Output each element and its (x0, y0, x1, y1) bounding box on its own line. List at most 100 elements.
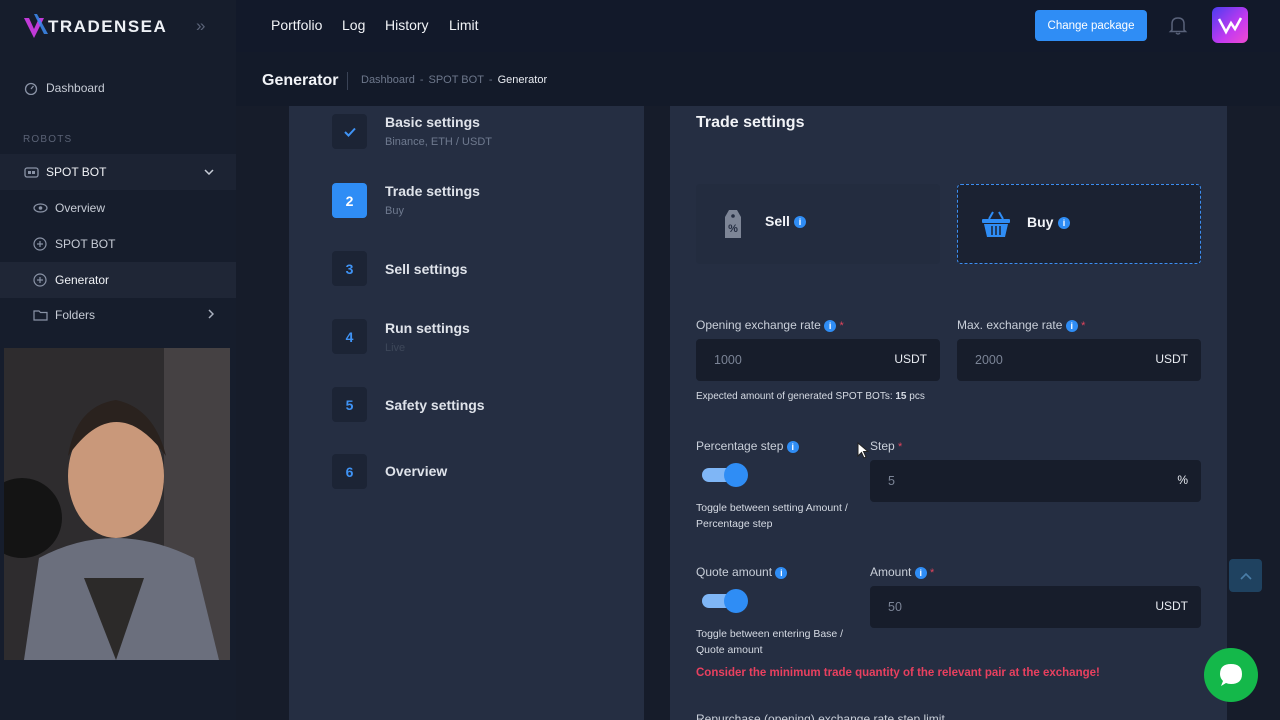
min-quantity-warning: Consider the minimum trade quantity of t… (696, 667, 1100, 679)
breadcrumb-dashboard[interactable]: Dashboard (361, 74, 415, 86)
step-title: Trade settings (385, 183, 480, 199)
opening-rate-value: 1000 (714, 353, 742, 367)
expected-unit: pcs (909, 391, 925, 402)
step-number: 2 (332, 183, 367, 218)
opening-rate-input[interactable]: 1000 USDT (696, 339, 940, 381)
step-title: Run settings (385, 320, 470, 336)
nav-log[interactable]: Log (342, 17, 365, 33)
brand-logo[interactable]: TRADENSEA (22, 10, 167, 44)
step-number: 3 (332, 251, 367, 286)
nav-limit[interactable]: Limit (449, 17, 479, 33)
header-divider (347, 72, 348, 90)
info-icon[interactable]: i (914, 566, 927, 579)
basket-icon (980, 209, 1012, 244)
step-title: Safety settings (385, 397, 485, 413)
eye-icon (32, 200, 48, 216)
trade-settings-title: Trade settings (696, 114, 805, 131)
quote-amount-label: Quote amount i (696, 565, 788, 579)
step-label-text: Step (870, 439, 895, 453)
breadcrumb-spot-bot[interactable]: SPOT BOT (429, 74, 484, 86)
sidebar: TRADENSEA » Dashboard ROBOTS SPOT BOT Ov… (0, 0, 236, 720)
required-marker: * (930, 567, 935, 579)
unit-label: % (1177, 473, 1188, 487)
sidebar-item-generator[interactable]: Generator (0, 262, 236, 298)
bot-icon (23, 164, 39, 180)
info-icon[interactable]: i (824, 319, 837, 332)
opening-rate-label: Opening exchange rate i * (696, 318, 844, 332)
info-icon[interactable]: i (775, 566, 788, 579)
webcam-overlay (4, 348, 230, 660)
quote-amount-toggle[interactable] (698, 587, 748, 613)
step-title: Overview (385, 463, 448, 479)
step-label: Step * (870, 439, 902, 453)
sidebar-item-label: Overview (55, 201, 106, 215)
quote-amount-hint: Toggle between entering Base / Quote amo… (696, 628, 844, 656)
mouse-cursor-icon (857, 442, 869, 459)
collapse-sidebar-icon[interactable]: » (196, 16, 205, 36)
sidebar-item-folders[interactable]: Folders (0, 297, 236, 333)
step-subtitle: Live (385, 342, 406, 354)
amount-label-text: Amount (870, 565, 912, 579)
max-rate-value: 2000 (975, 353, 1003, 367)
sidebar-item-dashboard[interactable]: Dashboard (0, 70, 236, 106)
step-title: Basic settings (385, 114, 480, 130)
chat-button[interactable] (1204, 648, 1258, 702)
change-package-button[interactable]: Change package (1035, 10, 1147, 41)
sidebar-item-spot-bot[interactable]: SPOT BOT (0, 226, 236, 262)
info-icon[interactable]: i (794, 216, 806, 228)
chevron-down-icon (204, 166, 214, 178)
amount-label: Amount i * (870, 565, 934, 579)
sidebar-item-label: Folders (55, 308, 96, 322)
sidebar-item-overview[interactable]: Overview (0, 190, 236, 226)
presenter-video (4, 348, 230, 660)
sell-option-card[interactable]: % Sell i (696, 184, 940, 264)
buy-option-card[interactable]: Buy i (957, 184, 1201, 264)
step-number: 5 (332, 387, 367, 422)
sell-label: Sell (765, 213, 790, 229)
dashboard-icon (23, 80, 39, 96)
sell-tag-icon: % (722, 208, 744, 245)
repurchase-step-limit-label: Repurchase (opening) exchange rate step … (696, 712, 945, 720)
folder-icon (32, 307, 48, 323)
chevron-up-icon (1239, 572, 1252, 580)
info-icon[interactable]: i (1058, 217, 1070, 229)
quote-amount-label-text: Quote amount (696, 565, 773, 579)
percentage-step-label: Percentage step i (696, 439, 799, 453)
avatar-logo-icon (1217, 17, 1243, 35)
step-number: 6 (332, 454, 367, 489)
amount-value: 50 (888, 600, 902, 614)
sidebar-group-spot-bot[interactable]: SPOT BOT (0, 154, 236, 190)
amount-input[interactable]: 50 USDT (870, 586, 1201, 628)
info-icon[interactable]: i (786, 440, 799, 453)
plus-circle-icon (32, 236, 48, 252)
expected-label: Expected amount of generated SPOT BOTs: (696, 391, 893, 402)
plus-circle-icon (32, 272, 48, 288)
sidebar-item-label: Generator (55, 273, 110, 287)
page-title: Generator (262, 72, 339, 89)
step-number: 4 (332, 319, 367, 354)
step-input[interactable]: 5 % (870, 460, 1201, 502)
percentage-step-hint: Toggle between setting Amount / Percenta… (696, 502, 848, 530)
section-label: ROBOTS (23, 134, 73, 145)
nav-portfolio[interactable]: Portfolio (271, 17, 322, 33)
opening-rate-label-text: Opening exchange rate (696, 318, 821, 332)
info-icon[interactable]: i (1065, 319, 1078, 332)
nav-history[interactable]: History (385, 17, 429, 33)
buy-label: Buy (1027, 214, 1054, 230)
max-rate-input[interactable]: 2000 USDT (957, 339, 1201, 381)
step-value: 5 (888, 474, 895, 488)
percentage-step-toggle[interactable] (698, 461, 748, 487)
sidebar-item-label: Dashboard (46, 81, 105, 95)
avatar[interactable] (1212, 7, 1248, 43)
breadcrumb-separator: - (488, 74, 493, 86)
scroll-to-top-button[interactable] (1229, 559, 1262, 592)
chat-bubble-icon (1220, 664, 1242, 686)
bell-icon[interactable] (1167, 14, 1189, 36)
required-marker: * (839, 320, 844, 332)
svg-text:%: % (728, 223, 738, 235)
toggle-knob (724, 589, 748, 613)
required-marker: * (898, 441, 903, 453)
checkmark-icon (343, 127, 356, 137)
step-title: Sell settings (385, 261, 468, 277)
unit-label: USDT (1155, 352, 1188, 366)
